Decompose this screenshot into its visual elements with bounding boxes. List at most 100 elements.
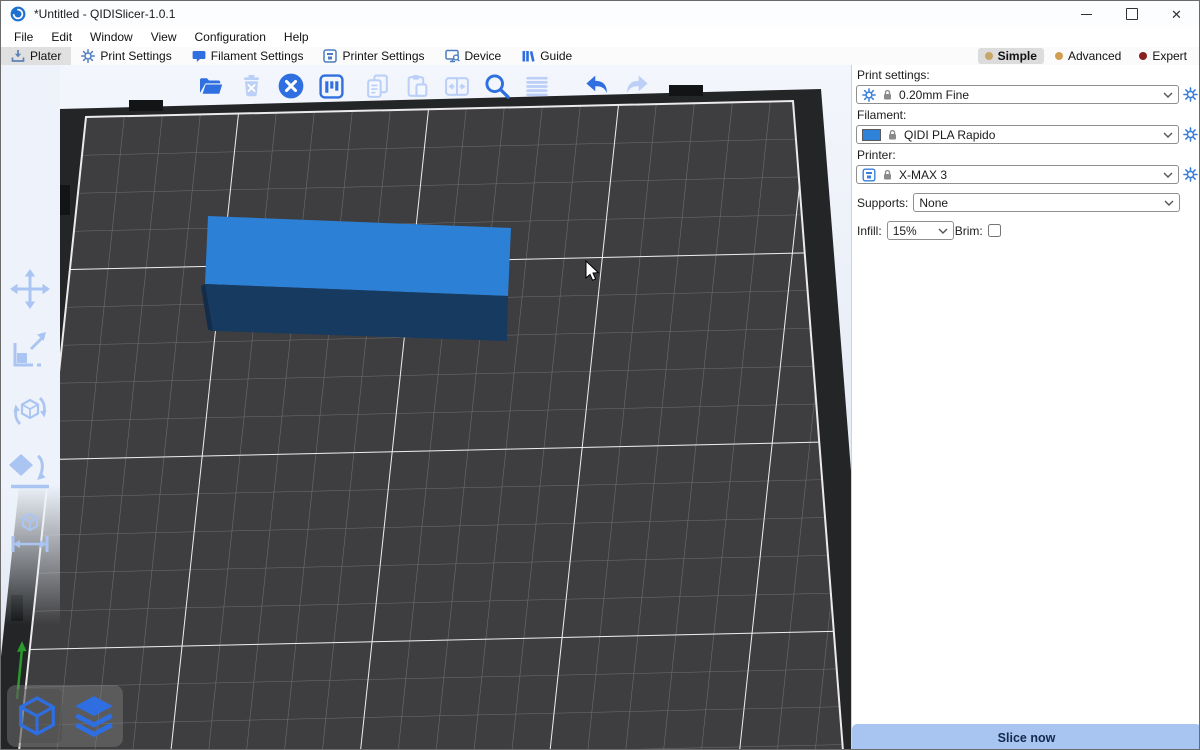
supports-select[interactable]: None bbox=[913, 193, 1180, 212]
tab-label: Device bbox=[465, 49, 502, 63]
chevron-down-icon bbox=[1163, 131, 1173, 139]
3d-viewport[interactable] bbox=[1, 65, 851, 750]
infill-value: 15% bbox=[893, 224, 932, 238]
mode-expert[interactable]: Expert bbox=[1132, 48, 1194, 64]
printer-gear-button[interactable] bbox=[1182, 165, 1199, 184]
search-button[interactable] bbox=[481, 70, 513, 102]
filament-icon bbox=[192, 50, 206, 63]
filament-select[interactable]: QIDI PLA Rapido bbox=[856, 125, 1179, 144]
delete-all-button[interactable] bbox=[275, 70, 307, 102]
open-button[interactable] bbox=[195, 70, 227, 102]
printer-label: Printer: bbox=[857, 148, 1196, 162]
gear-icon bbox=[1183, 167, 1198, 182]
mode-simple[interactable]: Simple bbox=[978, 48, 1044, 64]
supports-label: Supports: bbox=[857, 196, 908, 210]
close-icon: ✕ bbox=[1171, 8, 1182, 21]
tab-label: Filament Settings bbox=[211, 49, 304, 63]
move-button[interactable] bbox=[6, 265, 54, 313]
rotate-button[interactable] bbox=[6, 387, 54, 435]
settings-panel: Print settings: 0.20mm Fine Filament: QI… bbox=[851, 65, 1200, 750]
cube-icon bbox=[16, 694, 58, 738]
view-toggle-panel bbox=[7, 685, 123, 747]
device-monitor-icon bbox=[445, 49, 460, 63]
arrange-button[interactable] bbox=[315, 70, 347, 102]
guide-books-icon bbox=[521, 49, 535, 63]
tab-bar: Plater Print Settings Filament Settings … bbox=[1, 47, 1199, 67]
tab-label: Printer Settings bbox=[342, 49, 424, 63]
mode-advanced[interactable]: Advanced bbox=[1048, 48, 1128, 64]
title-bar: *Untitled - QIDISlicer-1.0.1 ✕ bbox=[1, 1, 1199, 27]
filament-label: Filament: bbox=[857, 108, 1196, 122]
mode-label: Advanced bbox=[1068, 49, 1121, 63]
infill-label: Infill: bbox=[857, 224, 882, 238]
build-plate-scene bbox=[1, 65, 851, 750]
lock-icon bbox=[882, 169, 893, 181]
brim-checkbox[interactable] bbox=[988, 224, 1001, 237]
tab-guide[interactable]: Guide bbox=[511, 47, 582, 65]
gear-icon bbox=[81, 49, 95, 63]
printer-value: X-MAX 3 bbox=[899, 168, 1157, 182]
gear-icon bbox=[1183, 87, 1198, 102]
lock-icon bbox=[887, 129, 898, 141]
place-on-face-button[interactable] bbox=[6, 448, 54, 496]
menu-edit[interactable]: Edit bbox=[42, 28, 81, 46]
mode-label: Simple bbox=[998, 49, 1037, 63]
filament-gear-button[interactable] bbox=[1182, 125, 1199, 144]
menu-configuration[interactable]: Configuration bbox=[186, 28, 275, 46]
app-window: *Untitled - QIDISlicer-1.0.1 ✕ File Edit… bbox=[0, 0, 1200, 750]
variable-layer-height-button[interactable] bbox=[521, 70, 553, 102]
split-objects-button[interactable] bbox=[441, 70, 473, 102]
tab-printer-settings[interactable]: Printer Settings bbox=[313, 47, 434, 65]
filament-value: QIDI PLA Rapido bbox=[904, 128, 1157, 142]
tab-label: Print Settings bbox=[100, 49, 171, 63]
menu-window[interactable]: Window bbox=[81, 28, 142, 46]
model-box[interactable] bbox=[201, 216, 511, 341]
mode-label: Expert bbox=[1152, 49, 1187, 63]
filament-color-swatch bbox=[862, 129, 881, 141]
slice-now-button[interactable]: Slice now bbox=[852, 724, 1200, 750]
menu-help[interactable]: Help bbox=[275, 28, 318, 46]
print-settings-select[interactable]: 0.20mm Fine bbox=[856, 85, 1179, 104]
top-toolbar bbox=[195, 70, 653, 102]
plater-icon bbox=[11, 49, 25, 63]
lock-icon bbox=[882, 89, 893, 101]
chevron-down-icon bbox=[1164, 199, 1174, 207]
tab-label: Guide bbox=[540, 49, 572, 63]
tab-plater[interactable]: Plater bbox=[1, 47, 71, 65]
simple-mode-dot-icon bbox=[985, 52, 993, 60]
3d-editor-view-button[interactable] bbox=[11, 689, 62, 743]
infill-select[interactable]: 15% bbox=[887, 221, 954, 240]
minimize-icon bbox=[1081, 14, 1092, 15]
close-button[interactable]: ✕ bbox=[1154, 1, 1199, 27]
chevron-down-icon bbox=[1163, 91, 1173, 99]
minimize-button[interactable] bbox=[1064, 1, 1109, 27]
menu-file[interactable]: File bbox=[5, 28, 42, 46]
tab-filament-settings[interactable]: Filament Settings bbox=[182, 47, 314, 65]
delete-button[interactable] bbox=[235, 70, 267, 102]
undo-button[interactable] bbox=[581, 70, 613, 102]
maximize-icon bbox=[1126, 8, 1138, 20]
tab-device[interactable]: Device bbox=[435, 47, 512, 65]
paste-button[interactable] bbox=[401, 70, 433, 102]
print-settings-gear-button[interactable] bbox=[1182, 85, 1199, 104]
redo-button[interactable] bbox=[621, 70, 653, 102]
gear-icon bbox=[1183, 127, 1198, 142]
chevron-down-icon bbox=[1163, 171, 1173, 179]
printer-select[interactable]: X-MAX 3 bbox=[856, 165, 1179, 184]
measure-button[interactable] bbox=[6, 509, 54, 557]
app-logo-icon bbox=[10, 6, 26, 22]
preview-button[interactable] bbox=[68, 689, 119, 743]
menu-view[interactable]: View bbox=[142, 28, 186, 46]
printer-icon bbox=[862, 168, 876, 182]
scale-button[interactable] bbox=[6, 326, 54, 374]
expert-mode-dot-icon bbox=[1139, 52, 1147, 60]
supports-value: None bbox=[919, 196, 1158, 210]
gear-icon bbox=[862, 88, 876, 102]
layers-icon bbox=[71, 693, 117, 739]
maximize-button[interactable] bbox=[1109, 1, 1154, 27]
copy-button[interactable] bbox=[361, 70, 393, 102]
chevron-down-icon bbox=[938, 227, 948, 235]
printer-icon bbox=[323, 49, 337, 63]
tab-print-settings[interactable]: Print Settings bbox=[71, 47, 181, 65]
tab-label: Plater bbox=[30, 49, 61, 63]
